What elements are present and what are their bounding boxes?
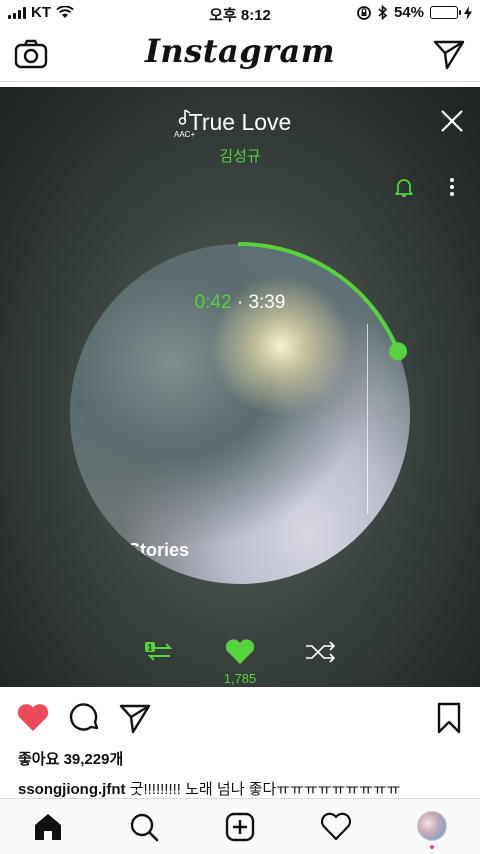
search-icon[interactable] (128, 811, 160, 843)
new-post-icon[interactable] (224, 811, 256, 843)
home-icon[interactable] (32, 811, 64, 843)
heart-icon[interactable] (224, 639, 256, 665)
progress-ring[interactable] (60, 234, 420, 594)
svg-text:1: 1 (147, 643, 152, 653)
post-caption: ssongjiong.jfnt 굿!!!!!!!!! 노래 넘나 좋다ㅠㅠㅠㅠㅠ… (18, 778, 462, 798)
activity-heart-icon[interactable] (320, 811, 352, 843)
comment-icon[interactable] (68, 702, 102, 734)
time-separator: · (236, 292, 244, 313)
charging-bolt-icon (464, 5, 472, 20)
status-right: 54% (356, 4, 472, 21)
progress-knob[interactable] (389, 342, 408, 361)
likes-count[interactable]: 좋아요 39,229개 (18, 748, 123, 769)
post-media-player[interactable]: AAC+ True Love 김성규 Stories 0:42 · 3:39 1… (0, 87, 480, 687)
artist-name[interactable]: 김성규 (0, 145, 480, 166)
more-options-icon[interactable] (444, 175, 460, 199)
time-display: 0:42 · 3:39 (0, 292, 480, 314)
instagram-logo: Instagram (144, 32, 336, 70)
bottom-tab-bar (0, 798, 480, 854)
song-title: True Love (188, 109, 292, 135)
song-like-count: 1,785 (223, 671, 257, 686)
close-icon[interactable] (440, 109, 464, 133)
bell-icon[interactable] (392, 175, 416, 199)
caption-username[interactable]: ssongjiong.jfnt (18, 781, 125, 798)
bluetooth-icon (378, 5, 388, 20)
app-header: Instagram (0, 26, 480, 82)
profile-avatar[interactable] (417, 811, 447, 841)
repeat-one-icon[interactable]: 1 (144, 639, 176, 665)
notification-dot (430, 845, 434, 849)
total-duration: 3:39 (248, 292, 286, 313)
caption-text: 굿!!!!!!!!! 노래 넘나 좋다ㅠㅠㅠㅠㅠㅠㅠㅠㅠ (129, 781, 401, 798)
status-bar: KT 오후 8:12 54% (0, 0, 480, 26)
like-heart-icon[interactable] (16, 702, 50, 734)
bookmark-icon[interactable] (434, 702, 464, 734)
elapsed-time: 0:42 (194, 292, 232, 313)
share-plane-icon[interactable] (118, 702, 152, 734)
post-actions (0, 700, 480, 740)
battery-icon (430, 6, 461, 19)
shuffle-icon[interactable] (304, 639, 336, 665)
orientation-lock-icon (357, 5, 371, 20)
paper-plane-icon[interactable] (432, 38, 466, 70)
battery-percent: 54% (393, 4, 424, 21)
